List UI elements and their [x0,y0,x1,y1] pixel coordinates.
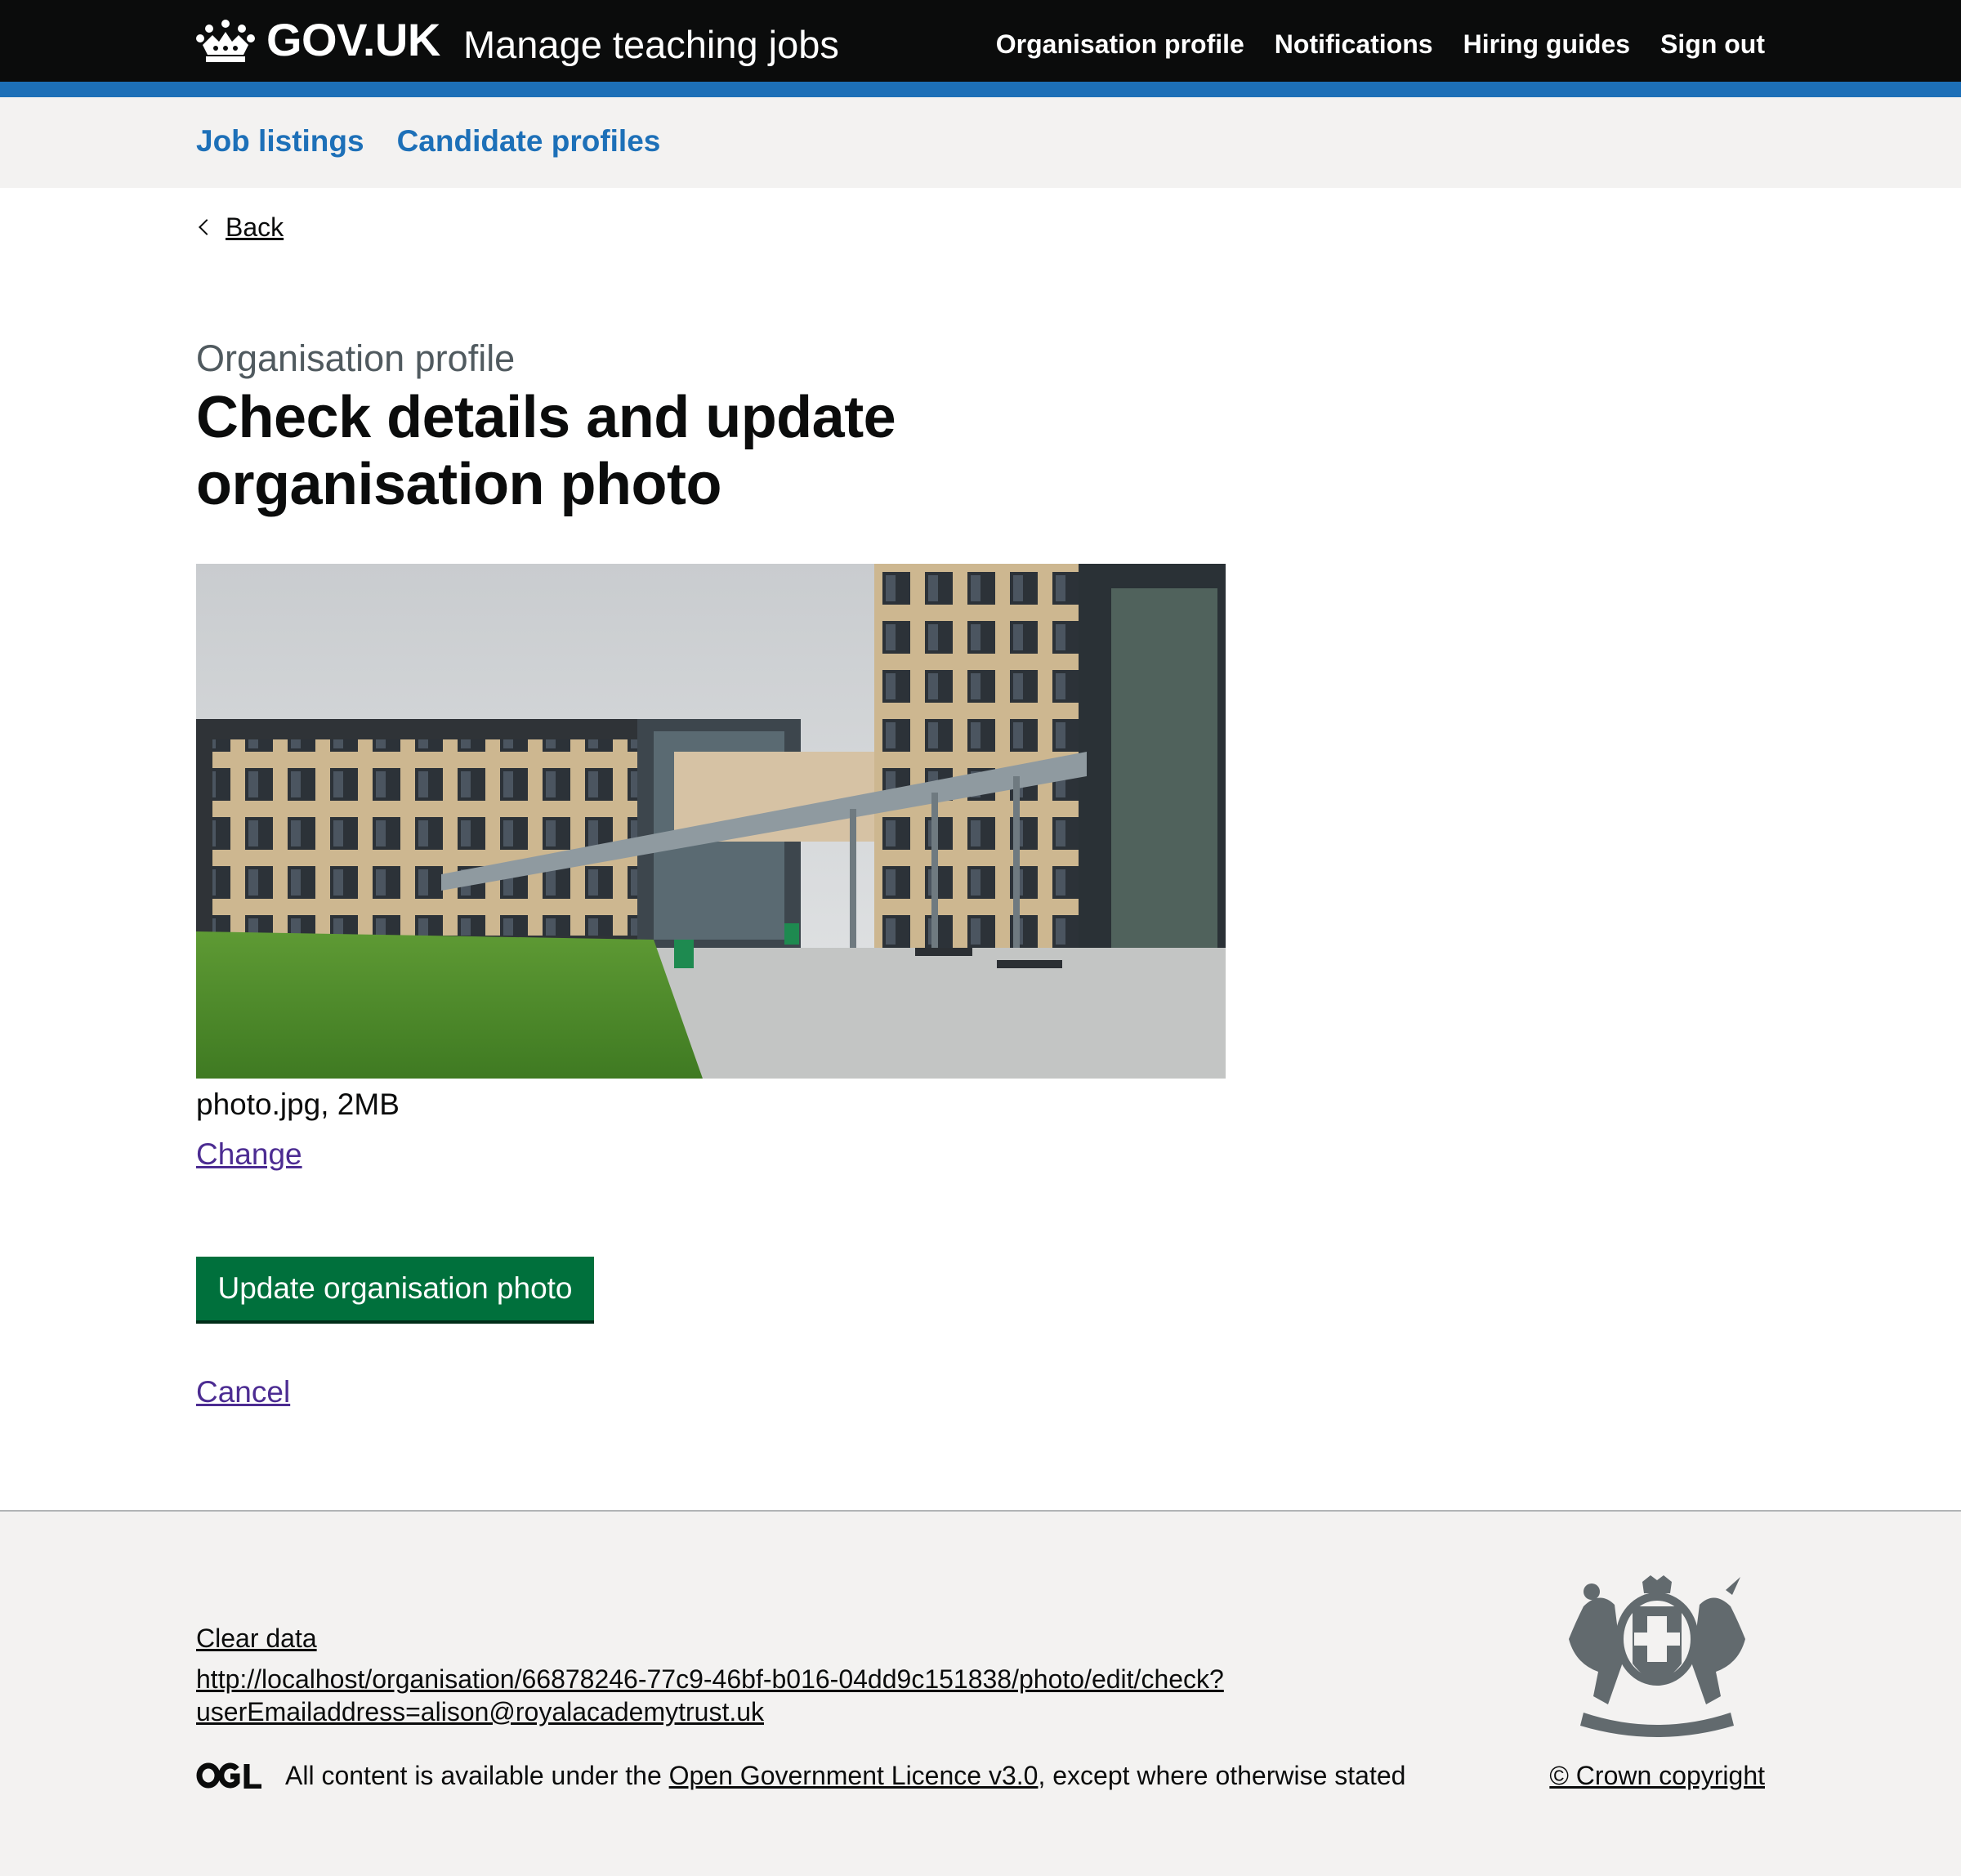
licence-prefix: All content is available under the [285,1761,669,1790]
header-navigation: Organisation profile Notifications Hirin… [996,31,1765,57]
ogl-logo-icon [196,1762,261,1789]
organisation-photo [196,564,1226,1079]
govuk-logo-link[interactable]: GOV.UK [196,11,440,69]
back-link[interactable]: Back [196,214,284,240]
change-photo-link[interactable]: Change [196,1139,302,1169]
site-header: GOV.UK Manage teaching jobs Organisation… [0,0,1961,82]
subnav-candidate-profiles[interactable]: Candidate profiles [397,126,661,156]
update-organisation-photo-button[interactable]: Update organisation photo [196,1257,594,1320]
nav-hiring-guides[interactable]: Hiring guides [1463,31,1630,57]
open-government-licence-link[interactable]: Open Government Licence v3.0 [669,1761,1039,1790]
page-caption: Organisation profile [196,337,516,379]
service-navigation: Job listings Candidate profiles [0,97,1961,188]
nav-sign-out[interactable]: Sign out [1660,31,1765,57]
debug-url-link-line2[interactable]: userEmailaddress=alison@royalacademytrus… [196,1699,764,1725]
page-title: Check details and update organisation ph… [196,385,896,517]
crown-copyright-link[interactable]: © Crown copyright [1549,1762,1765,1789]
royal-coat-of-arms-icon [1569,1575,1745,1737]
chevron-left-icon [199,219,215,235]
service-name[interactable]: Manage teaching jobs [463,25,839,64]
back-link-label[interactable]: Back [226,214,284,240]
subnav-job-listings[interactable]: Job listings [196,126,364,156]
clear-data-link[interactable]: Clear data [196,1625,317,1651]
nav-organisation-profile[interactable]: Organisation profile [996,31,1244,57]
cancel-link[interactable]: Cancel [196,1377,290,1407]
nav-notifications[interactable]: Notifications [1275,31,1433,57]
licence-suffix: , except where otherwise stated [1038,1761,1406,1790]
debug-url-link-line1[interactable]: http://localhost/organisation/66878246-7… [196,1666,1224,1692]
header-blue-bar [0,82,1961,97]
logo-text: GOV.UK [266,14,440,65]
photo-file-details: photo.jpg, 2MB [196,1088,400,1121]
crown-icon [196,20,255,62]
licence-text: All content is available under the Open … [285,1762,1405,1789]
